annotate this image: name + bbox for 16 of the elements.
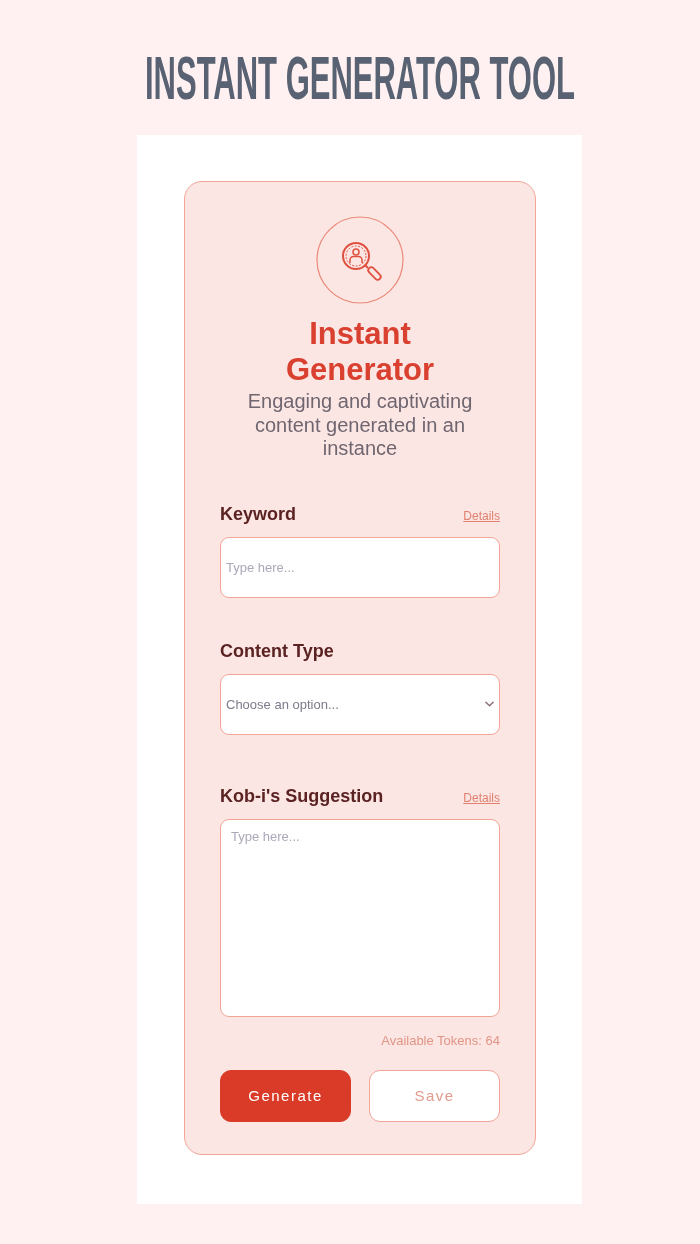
field-label: Content Type bbox=[220, 640, 334, 662]
keyword-input[interactable]: Type here... bbox=[220, 536, 500, 598]
card-title: Instant Generator bbox=[284, 316, 436, 388]
available-tokens-text: Available Tokens: 64 bbox=[381, 1032, 500, 1048]
details-link[interactable]: Details bbox=[463, 508, 500, 523]
content-type-select[interactable]: Choose an option... bbox=[220, 673, 500, 735]
save-button[interactable]: Save bbox=[369, 1069, 500, 1122]
suggestion-textarea[interactable]: Type here... bbox=[220, 818, 500, 1017]
card-subtitle: Engaging and captivating content generated in an instance bbox=[246, 390, 474, 461]
details-link[interactable]: Details bbox=[463, 790, 500, 805]
field-label: Keyword bbox=[220, 503, 297, 525]
magnifier-person-icon bbox=[316, 216, 404, 304]
field-label: Kob-i's Suggestion bbox=[220, 785, 384, 807]
chevron-down-icon bbox=[485, 701, 494, 707]
page-headline: INSTANT GENERATOR TOOL bbox=[144, 48, 575, 108]
generate-button[interactable]: Generate bbox=[220, 1069, 351, 1122]
